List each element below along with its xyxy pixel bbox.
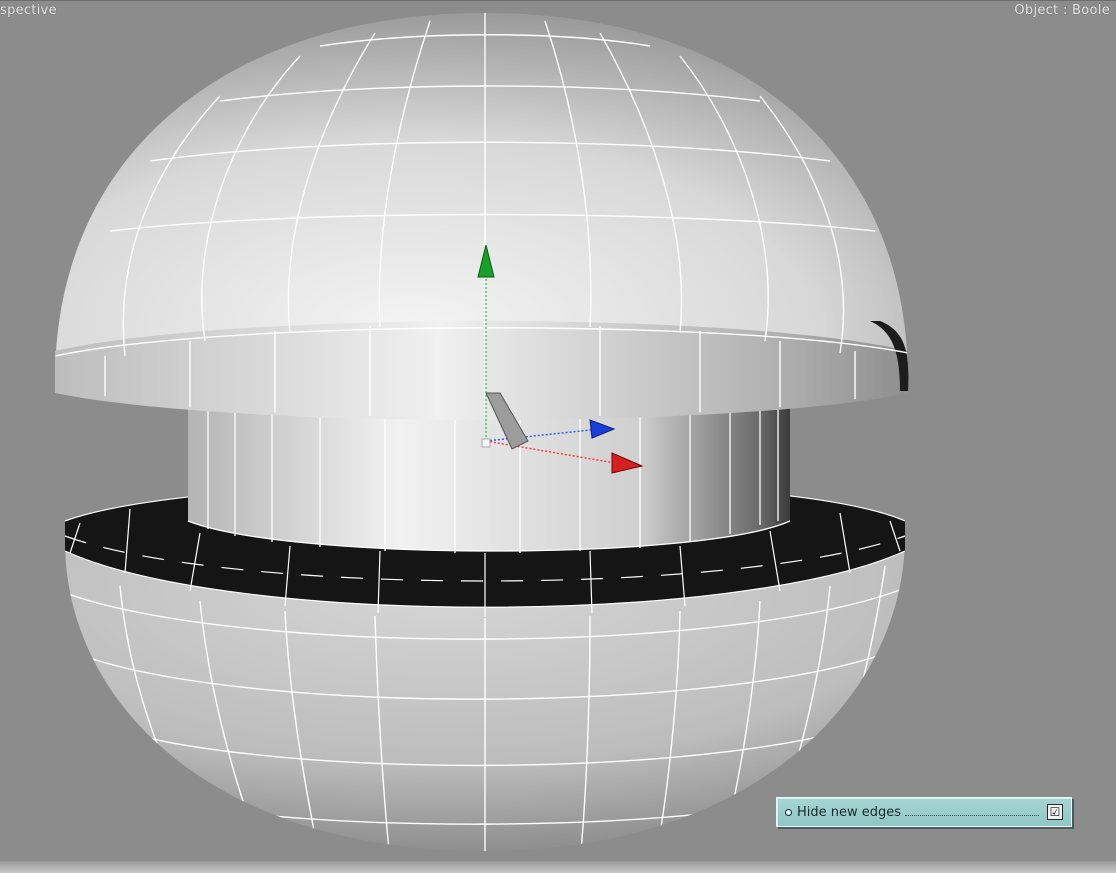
perspective-viewport[interactable]: spective Object : Boole Hide new edges ☑ <box>0 0 1116 873</box>
hide-new-edges-checkbox[interactable]: ☑ <box>1047 804 1063 820</box>
hide-new-edges-option[interactable]: Hide new edges ☑ <box>776 797 1072 827</box>
viewport-bottom-bar <box>0 861 1116 873</box>
dotted-leader <box>905 814 1039 816</box>
viewport-name-label[interactable]: spective <box>0 3 57 18</box>
boolean-object-mesh[interactable] <box>0 1 1116 873</box>
hide-new-edges-label: Hide new edges <box>797 804 902 820</box>
active-object-label: Object : Boole <box>1014 3 1110 18</box>
bullet-icon <box>785 808 792 816</box>
